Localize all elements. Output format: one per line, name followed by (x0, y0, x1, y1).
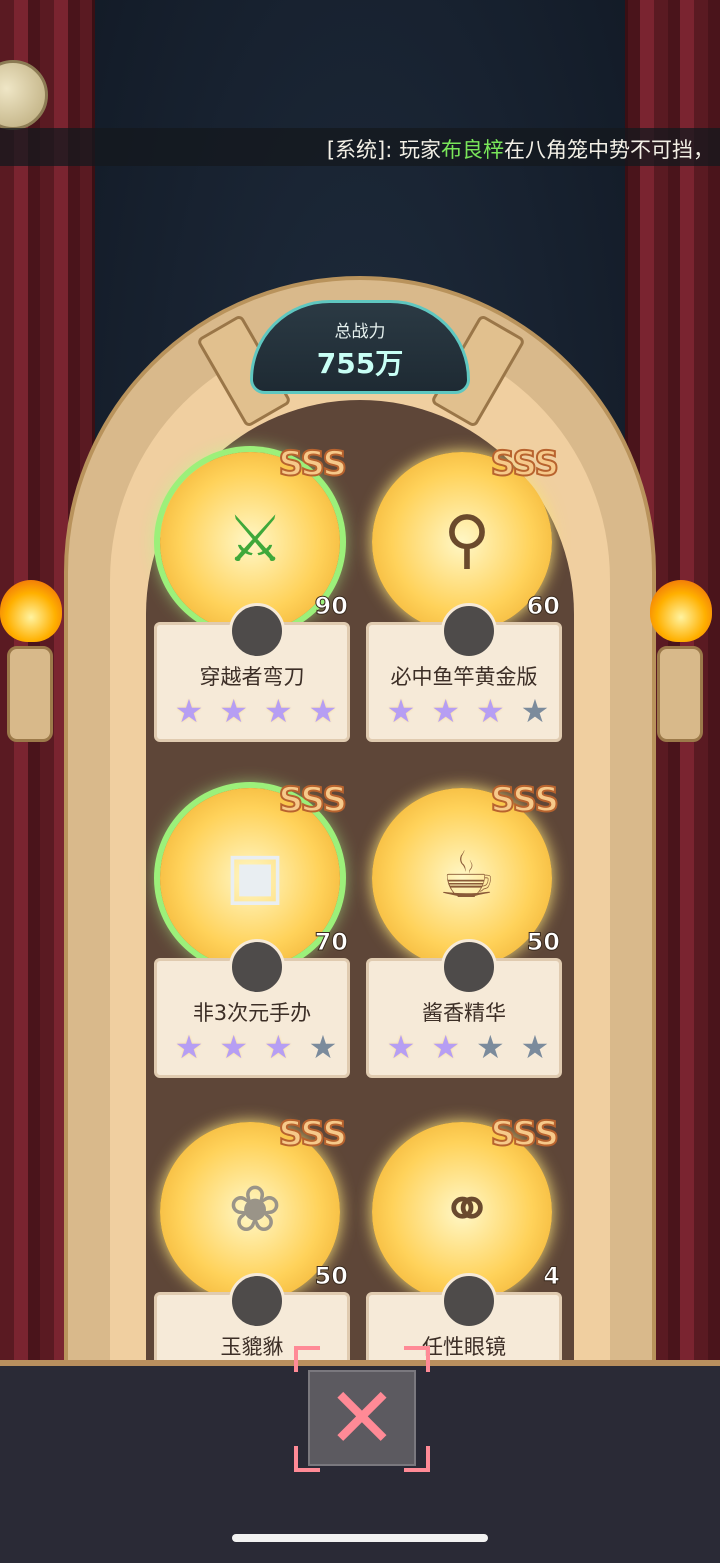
star-rating: ★ ★ ★ ★ (383, 692, 553, 730)
close-icon: ✕ (326, 1369, 398, 1467)
star-icon: ★ (308, 692, 338, 730)
star-icon: ★ (475, 692, 505, 730)
item-count: 50 (314, 1262, 348, 1291)
flame-icon (650, 580, 712, 642)
item-count: 60 (526, 592, 560, 621)
slot-dot (441, 939, 497, 995)
star-icon: ★ (475, 1028, 505, 1066)
item-card[interactable]: ⚔ SSS 90 穿越者弯刀 ★ ★ ★ ★ (154, 443, 350, 772)
item-count: 50 (526, 928, 560, 957)
slot-dot (229, 939, 285, 995)
item-nameplate: 非3次元手办 ★ ★ ★ ★ (154, 939, 350, 1078)
item-nameplate: 必中鱼竿黄金版 ★ ★ ★ ★ (366, 603, 562, 742)
flame-icon (0, 580, 62, 642)
bracket-corner (294, 1446, 320, 1472)
grade-badge: SSS (278, 443, 348, 485)
drink-cup-icon: ☕ (438, 839, 496, 913)
figurine-box-icon: ▣ (224, 839, 286, 913)
star-icon: ★ (431, 692, 460, 730)
star-icon: ★ (219, 692, 248, 730)
item-name: 非3次元手办 (192, 1001, 312, 1025)
grade-badge: SSS (278, 1113, 348, 1155)
close-button[interactable]: ✕ (308, 1370, 416, 1466)
left-torch (0, 580, 62, 742)
system-message-bar: [系统]: 玩家布良梓在八角笼中势不可挡， (0, 128, 720, 166)
item-nameplate: 穿越者弯刀 ★ ★ ★ ★ (154, 603, 350, 742)
grade-badge: SSS (490, 1113, 560, 1155)
star-icon: ★ (520, 692, 550, 730)
bracket-corner (404, 1346, 430, 1372)
bracket-corner (404, 1446, 430, 1472)
pixiu-statue-icon: ❀ (228, 1173, 282, 1247)
sunglasses-cash-icon: ⚭ (440, 1173, 494, 1247)
item-count: 70 (314, 928, 348, 957)
item-name: 任性眼镜 (422, 1335, 506, 1359)
system-message: [系统]: 玩家布良梓在八角笼中势不可挡， (327, 134, 714, 164)
system-message-text: 在八角笼中势不可挡， (504, 138, 714, 162)
green-scythes-icon: ⚔ (226, 503, 284, 577)
home-indicator[interactable] (232, 1534, 488, 1542)
star-icon: ★ (386, 1028, 416, 1066)
slot-dot (229, 1273, 285, 1329)
item-card[interactable]: ⚲ SSS 60 必中鱼竿黄金版 ★ ★ ★ ★ (366, 443, 562, 772)
system-message-prefix: [系统]: 玩家 (326, 138, 441, 162)
fishing-rod-icon: ⚲ (443, 503, 491, 577)
star-icon: ★ (174, 692, 204, 730)
star-rating: ★ ★ ★ ★ (171, 1028, 341, 1066)
item-card[interactable]: ☕ SSS 50 酱香精华 ★ ★ ★ ★ (366, 779, 562, 1108)
grade-badge: SSS (490, 779, 560, 821)
item-name: 穿越者弯刀 (199, 665, 305, 689)
torch-stand (7, 646, 53, 742)
item-count: 4 (543, 1262, 561, 1291)
star-icon: ★ (308, 1028, 338, 1066)
bracket-corner (294, 1346, 320, 1372)
right-torch (650, 580, 712, 742)
star-icon: ★ (174, 1028, 204, 1066)
star-rating: ★ ★ ★ ★ (171, 692, 341, 730)
item-name: 酱香精华 (422, 1001, 506, 1025)
star-rating: ★ ★ ★ ★ (383, 1028, 553, 1066)
star-icon: ★ (263, 1028, 293, 1066)
star-icon: ★ (520, 1028, 550, 1066)
grade-badge: SSS (278, 779, 348, 821)
item-name: 必中鱼竿黄金版 (390, 665, 538, 689)
item-count: 90 (314, 592, 348, 621)
star-icon: ★ (263, 692, 293, 730)
total-power-value: 755万 (316, 347, 404, 380)
total-power-display: 总战力 755万 (250, 300, 470, 394)
total-power-label: 总战力 (334, 322, 386, 342)
slot-dot (441, 1273, 497, 1329)
torch-stand (657, 646, 703, 742)
star-icon: ★ (431, 1028, 460, 1066)
system-message-player: 布良梓 (441, 138, 504, 162)
item-card[interactable]: ▣ SSS 70 非3次元手办 ★ ★ ★ ★ (154, 779, 350, 1108)
grade-badge: SSS (490, 443, 560, 485)
star-icon: ★ (219, 1028, 248, 1066)
star-icon: ★ (386, 692, 416, 730)
item-nameplate: 酱香精华 ★ ★ ★ ★ (366, 939, 562, 1078)
slot-dot (229, 603, 285, 659)
slot-dot (441, 603, 497, 659)
